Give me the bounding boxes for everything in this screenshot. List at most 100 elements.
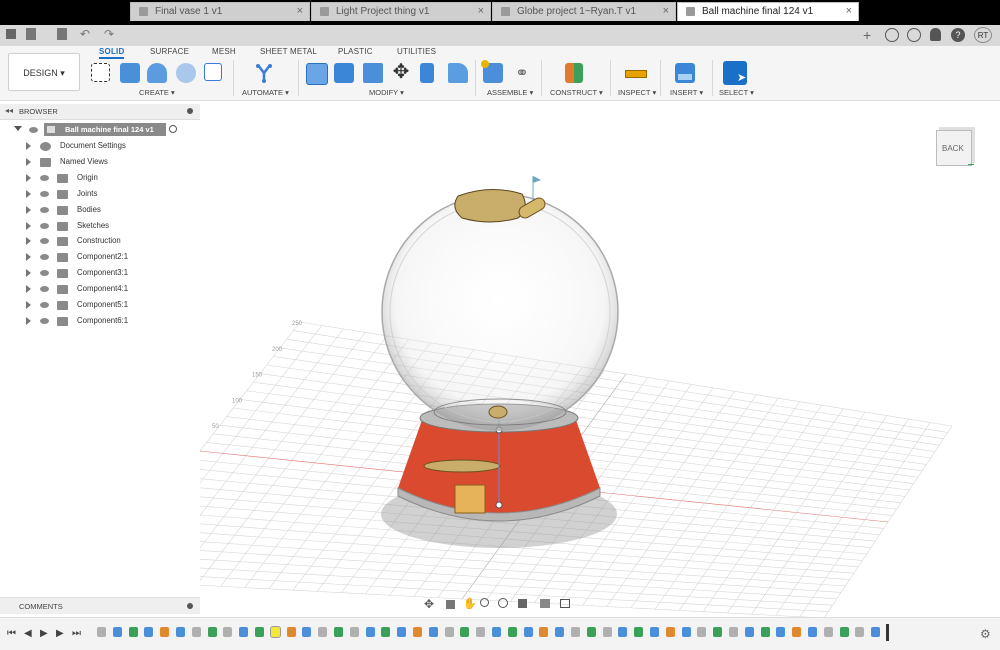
tab-surface[interactable]: SURFACE (150, 47, 189, 56)
add-comment-icon[interactable] (187, 603, 193, 609)
play-icon[interactable]: ▶ (40, 628, 48, 639)
automate-menu[interactable]: AUTOMATE ▾ (242, 88, 289, 97)
modify-menu[interactable]: MODIFY ▾ (369, 88, 404, 97)
viewport[interactable]: 25020015010050050100150200250 (200, 100, 1000, 617)
visibility-icon[interactable] (40, 174, 49, 181)
expand-arrow-icon[interactable] (26, 269, 31, 278)
timeline-feature-icon[interactable] (318, 627, 328, 637)
extrude-icon[interactable] (120, 63, 140, 83)
sphere-icon[interactable] (176, 63, 196, 83)
timeline-feature-icon[interactable] (555, 627, 565, 637)
pan-icon[interactable]: ✋ (463, 597, 477, 610)
timeline-feature-icon[interactable] (460, 627, 470, 637)
user-avatar[interactable]: RT (974, 27, 992, 43)
grid-settings-icon[interactable] (540, 599, 550, 608)
browser-item[interactable]: Origin (0, 171, 200, 186)
timeline-feature-icon[interactable] (176, 627, 185, 637)
insert-image-icon[interactable] (675, 63, 695, 83)
timeline-feature-icon[interactable] (713, 627, 723, 637)
timeline-feature-icon[interactable] (539, 627, 549, 637)
timeline-feature-icon[interactable] (571, 627, 580, 637)
timeline-feature-icon[interactable] (823, 627, 833, 637)
first-step-icon[interactable]: ⏮ (7, 628, 16, 639)
tab-ball-machine[interactable]: Ball machine final 124 v1 × (677, 2, 859, 21)
close-icon[interactable]: × (297, 3, 303, 20)
measure-icon[interactable] (625, 63, 647, 83)
timeline-feature-icon[interactable] (634, 627, 644, 637)
expand-arrow-icon[interactable] (26, 189, 31, 198)
close-icon[interactable]: × (663, 3, 669, 20)
expand-arrow-icon[interactable] (26, 157, 31, 166)
tab-globe-project[interactable]: Globe project 1~Ryan.T v1 × (492, 2, 676, 21)
visibility-icon[interactable] (40, 190, 49, 197)
timeline-feature-icon[interactable] (255, 627, 264, 637)
timeline-feature-icon[interactable] (365, 627, 375, 637)
expand-arrow-icon[interactable] (26, 316, 31, 325)
job-status-icon[interactable] (907, 28, 921, 42)
timeline-feature-icon[interactable] (855, 627, 865, 637)
visibility-icon[interactable] (29, 127, 38, 133)
help-icon[interactable]: ? (951, 28, 965, 42)
timeline-feature-icon[interactable] (128, 627, 138, 637)
new-component-icon[interactable] (481, 60, 503, 83)
press-pull-icon[interactable] (306, 63, 328, 85)
dispenser-wheel[interactable] (488, 405, 508, 419)
timeline-feature-icon[interactable] (144, 627, 154, 637)
timeline-feature-icon[interactable] (207, 627, 217, 637)
construct-menu[interactable]: CONSTRUCT ▾ (550, 88, 603, 97)
visibility-icon[interactable] (40, 317, 49, 324)
timeline-feature-icon[interactable] (681, 627, 691, 637)
save-icon[interactable] (57, 28, 67, 40)
panel-pin-icon[interactable] (187, 108, 193, 114)
timeline-feature-icon[interactable] (523, 627, 533, 637)
expand-arrow-icon[interactable] (26, 237, 31, 246)
timeline-feature-icon[interactable] (871, 627, 881, 637)
previous-step-icon[interactable]: ◀ (24, 628, 32, 639)
select-icon[interactable]: ➤ (723, 61, 747, 85)
timeline-feature-icon[interactable] (381, 627, 391, 637)
close-icon[interactable]: × (478, 3, 484, 20)
timeline-feature-icon[interactable] (397, 627, 407, 637)
browser-root[interactable]: Ball machine final 124 v1 (0, 123, 200, 138)
tab-plastic[interactable]: PLASTIC (338, 47, 373, 56)
browser-item[interactable]: Document Settings (0, 139, 200, 154)
visibility-icon[interactable] (40, 286, 49, 293)
collapse-icon[interactable]: ◂◂ (5, 106, 13, 115)
timeline-feature-icon[interactable] (729, 627, 738, 637)
undo-icon[interactable]: ↶ (80, 27, 90, 41)
expand-arrow-icon[interactable] (26, 205, 31, 214)
browser-item[interactable]: Sketches (0, 219, 200, 234)
expand-arrow-icon[interactable] (26, 301, 31, 309)
inspect-menu[interactable]: INSPECT ▾ (618, 88, 656, 97)
timeline-feature-icon[interactable] (618, 627, 628, 637)
move-icon[interactable]: ✥ (391, 62, 411, 83)
timeline-feature-icon[interactable] (492, 627, 501, 637)
offset-plane-icon[interactable] (565, 63, 583, 83)
timeline-feature-icon[interactable] (665, 627, 675, 637)
browser-item[interactable]: Named Views (0, 155, 200, 170)
sync-icon[interactable] (885, 28, 899, 42)
look-at-icon[interactable] (446, 600, 455, 609)
browser-item[interactable]: Construction (0, 234, 200, 249)
timeline-feature-icon[interactable] (476, 627, 486, 637)
visibility-icon[interactable] (40, 254, 49, 261)
timeline-feature-icon[interactable] (191, 627, 201, 637)
create-sketch-icon[interactable] (91, 63, 110, 82)
timeline-feature-icon[interactable] (839, 627, 849, 637)
glass-globe[interactable] (381, 193, 619, 431)
comments-panel[interactable]: COMMENTS (0, 597, 200, 614)
align-icon[interactable] (420, 63, 434, 83)
viewcube[interactable]: BACK (934, 124, 974, 168)
timeline-feature-icon[interactable] (444, 627, 454, 637)
tab-utilities[interactable]: UTILITIES (397, 47, 436, 56)
timeline-feature-icon[interactable] (239, 627, 249, 637)
timeline-feature-icon[interactable] (97, 627, 106, 637)
browser-item[interactable]: Component5:1 (0, 298, 200, 313)
redo-icon[interactable]: ↷ (104, 27, 114, 41)
timeline-feature-icon[interactable] (507, 627, 517, 637)
visibility-icon[interactable] (40, 206, 49, 213)
timeline-feature-icon[interactable] (602, 627, 612, 637)
timeline-feature-icon[interactable] (792, 627, 802, 637)
browser-item[interactable]: Component2:1 (0, 250, 200, 265)
timeline-feature-icon[interactable] (223, 627, 233, 637)
